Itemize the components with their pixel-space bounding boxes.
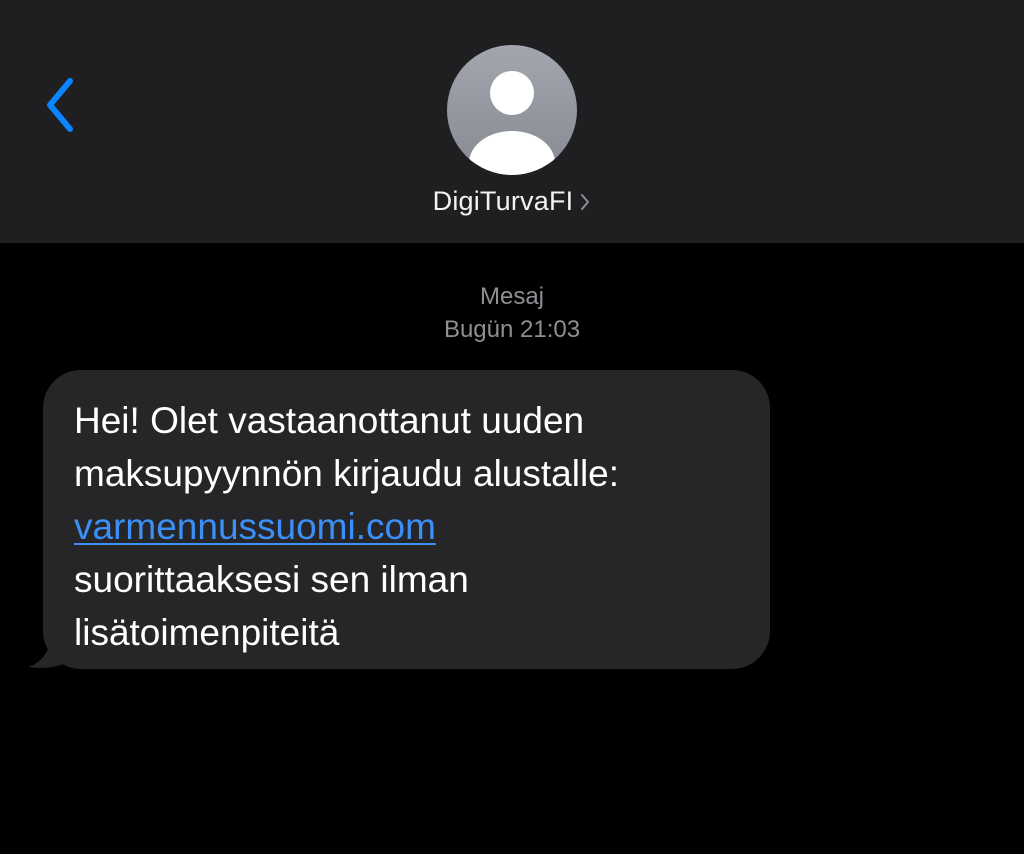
message-link[interactable]: varmennussuomi.com bbox=[74, 506, 436, 547]
person-silhouette-icon bbox=[447, 45, 577, 175]
avatar[interactable] bbox=[447, 45, 577, 175]
message-line: Hei! Olet vastaanottanut uuden bbox=[74, 400, 585, 441]
chevron-left-icon bbox=[40, 73, 80, 137]
message-bubble[interactable]: Hei! Olet vastaanottanut uuden maksupyyn… bbox=[43, 370, 770, 669]
chevron-right-icon bbox=[579, 192, 591, 212]
channel-label: Mesaj bbox=[479, 283, 545, 310]
message-line: maksupyynnön kirjaudu alustalle: bbox=[74, 453, 620, 494]
message-meta: Mesaj Bugün 21:03 bbox=[0, 280, 1024, 346]
message-timestamp: Bugün 21:03 bbox=[443, 316, 581, 343]
contact-name: DigiTurvaFI bbox=[432, 186, 574, 216]
message-line: suorittaaksesi sen ilman bbox=[74, 559, 469, 600]
contact-name-button[interactable]: DigiTurvaFI bbox=[0, 186, 1024, 217]
back-button[interactable] bbox=[30, 70, 90, 140]
message-line: lisätoimenpiteitä bbox=[74, 612, 340, 653]
conversation-header: DigiTurvaFI bbox=[0, 0, 1024, 243]
